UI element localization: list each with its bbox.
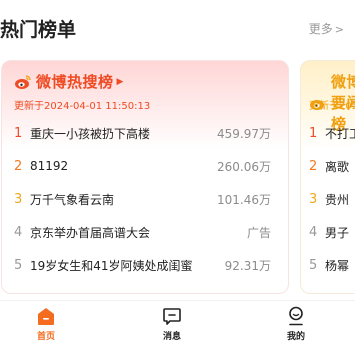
rank-number: 4: [309, 224, 318, 240]
caret-right-icon: ▶: [116, 76, 124, 87]
section-title: 热门榜单: [0, 19, 77, 41]
heat-value: 101.46万: [217, 192, 271, 207]
keyword: 19岁女生和41岁阿姨处成闺蜜: [30, 258, 193, 273]
tab-messages[interactable]: 消息: [142, 305, 202, 343]
rank-number: 3: [14, 191, 23, 207]
rank-number: 5: [14, 257, 23, 273]
weibo-hot-search-card[interactable]: 微博热搜榜 ▶ 更新于2024-04-01 11:50:13 1 重庆一小孩被扔…: [1, 60, 289, 294]
card-header[interactable]: 微博热搜榜 ▶: [14, 71, 123, 92]
keyword: 万千气象看云南: [30, 192, 115, 207]
tab-home[interactable]: 首页: [16, 305, 76, 343]
list-item[interactable]: 1 重庆一小孩被扔下高楼 459.97万: [2, 123, 288, 143]
keyword: 离歌: [325, 159, 350, 174]
heat-value: 260.06万: [217, 159, 271, 174]
keyword: 重庆一小孩被扔下高楼: [30, 126, 151, 141]
rank-number: 2: [309, 158, 318, 174]
more-link[interactable]: 更多 >: [309, 20, 344, 37]
chevron-right-icon: >: [334, 23, 344, 36]
keyword: 杨幂: [325, 258, 350, 273]
list-item[interactable]: 3 贵州: [301, 189, 355, 209]
list-item[interactable]: 5 杨幂: [301, 255, 355, 275]
keyword: 不打工: [325, 126, 355, 141]
list-item[interactable]: 5 19岁女生和41岁阿姨处成闺蜜 92.31万: [2, 255, 288, 275]
update-timestamp: 更新于2024-04-01 11:50:13: [14, 101, 151, 112]
rank-number: 2: [14, 158, 23, 174]
tab-label: 我的: [286, 332, 305, 342]
tab-profile[interactable]: 我的: [266, 305, 326, 343]
rank-number: 5: [309, 257, 318, 273]
keyword: 贵州: [325, 192, 350, 207]
tab-label: 消息: [162, 332, 181, 342]
message-icon: [161, 305, 183, 327]
keyword: 男子: [325, 225, 350, 240]
list-item[interactable]: 1 不打工: [301, 123, 355, 143]
list-item[interactable]: 4 京东举办首届高谱大会 广告: [2, 222, 288, 242]
heat-value: 459.97万: [217, 126, 271, 141]
bottom-tab-bar: 首页 消息 我的: [0, 300, 355, 343]
rank-number: 3: [309, 191, 318, 207]
rank-number: 4: [14, 224, 23, 240]
ad-badge: 广告: [246, 225, 271, 240]
keyword: 81192: [30, 159, 69, 173]
rank-number: 1: [309, 125, 318, 141]
keyword: 京东举办首届高谱大会: [30, 225, 151, 240]
list-item[interactable]: 2 81192 260.06万: [2, 156, 288, 176]
list-item[interactable]: 2 离歌: [301, 156, 355, 176]
weibo-logo-icon: [14, 73, 32, 91]
update-timestamp: 更新于2024-04-01: [309, 101, 355, 112]
more-label: 更多: [308, 22, 333, 36]
list-item[interactable]: 4 男子: [301, 222, 355, 242]
heat-value: 92.31万: [224, 258, 271, 273]
page: 热门榜单 更多> 微博热搜榜 ▶ 更新于2024-04-01 11:50:13: [0, 0, 355, 343]
profile-icon: [285, 305, 307, 327]
rank-number: 1: [14, 125, 23, 141]
list-item[interactable]: 3 万千气象看云南 101.46万: [2, 189, 288, 209]
section-header: 热门榜单 更多 >: [0, 0, 355, 60]
tab-label: 首页: [36, 332, 55, 342]
card-brand-name: 微博热搜榜: [36, 73, 114, 91]
second-ranking-card[interactable]: 微博要闻榜 更新于2024-04-01 1 不打工 2 离歌 3 贵州 4 男子…: [300, 60, 355, 294]
home-icon: [35, 305, 57, 327]
